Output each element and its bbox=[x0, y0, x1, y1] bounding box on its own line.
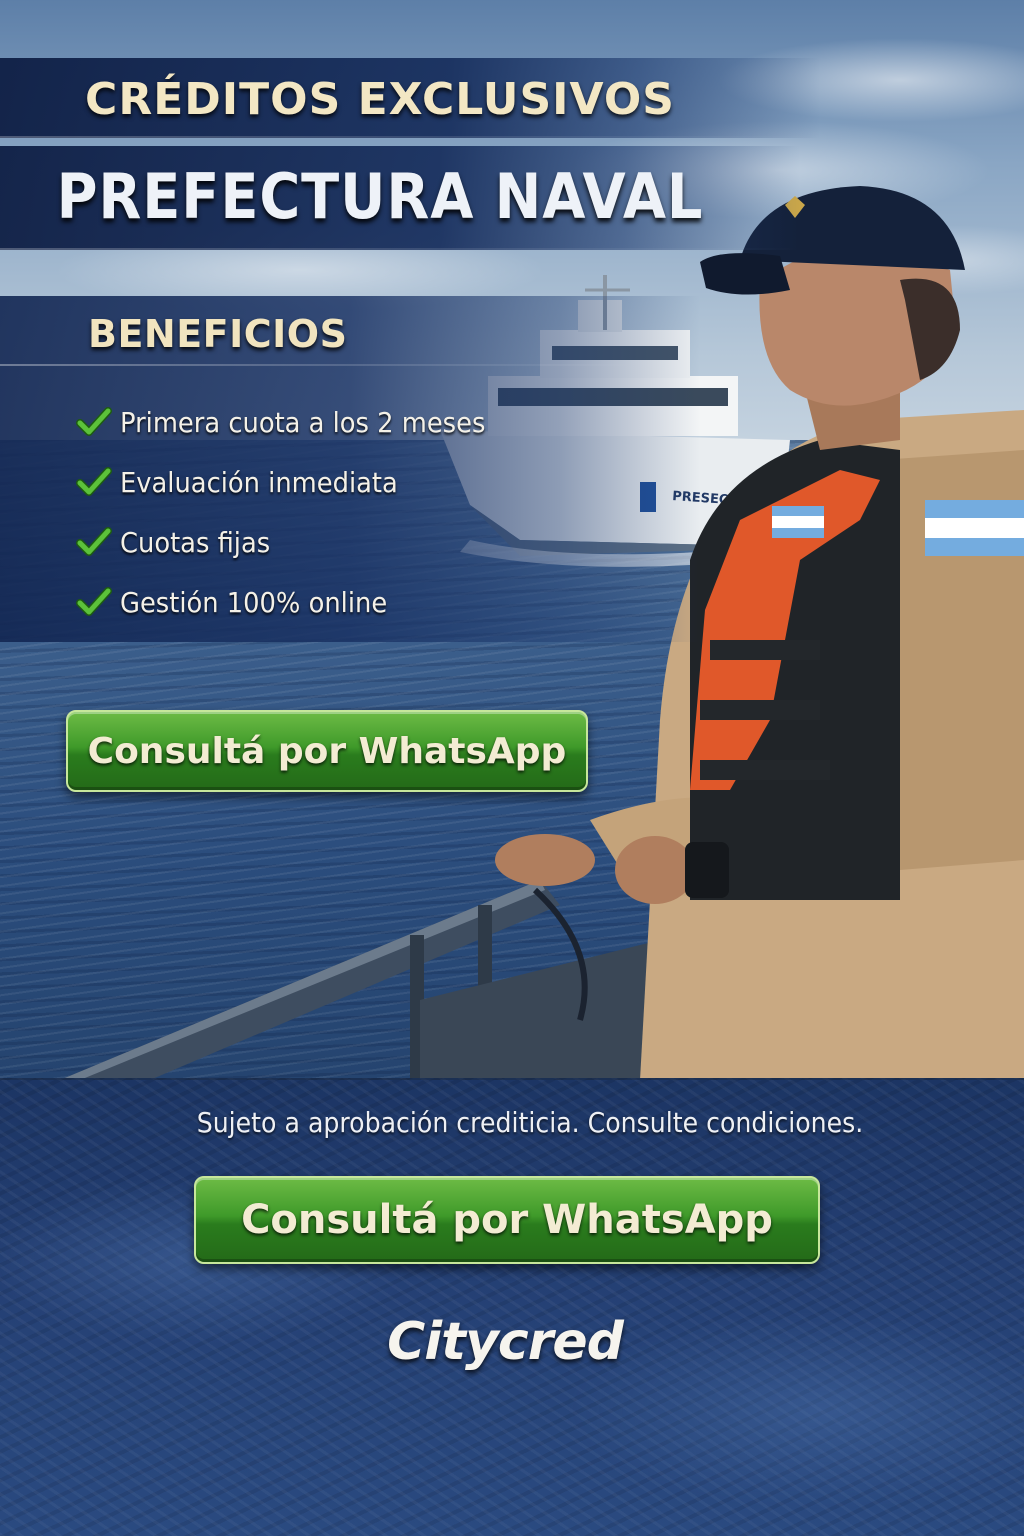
benefit-item: Gestión 100% online bbox=[76, 572, 517, 632]
footer-panel bbox=[0, 1078, 1024, 1536]
check-icon bbox=[76, 527, 112, 556]
benefit-label: Gestión 100% online bbox=[120, 585, 388, 619]
disclaimer-text: Sujeto a aprobación crediticia. Consulte… bbox=[196, 1106, 864, 1139]
benefit-item: Primera cuota a los 2 meses bbox=[76, 392, 517, 452]
benefits-list: Primera cuota a los 2 meses Evaluación i… bbox=[76, 392, 517, 632]
benefits-title: BENEFICIOS bbox=[88, 312, 348, 356]
check-icon bbox=[76, 587, 112, 616]
citycred-logo: Citycred bbox=[387, 1312, 624, 1372]
headline-creditos-exclusivos: CRÉDITOS EXCLUSIVOS bbox=[85, 74, 675, 125]
headline-prefectura-naval: PREFECTURA NAVAL bbox=[56, 160, 704, 233]
benefit-label: Primera cuota a los 2 meses bbox=[120, 405, 486, 439]
argentina-flag-patch-vest bbox=[772, 506, 824, 538]
check-icon bbox=[76, 467, 112, 496]
argentina-flag-patch-shoulder bbox=[925, 500, 1024, 556]
whatsapp-button-primary[interactable]: Consultá por WhatsApp bbox=[66, 710, 588, 792]
benefit-label: Cuotas fijas bbox=[120, 525, 271, 559]
whatsapp-button-secondary[interactable]: Consultá por WhatsApp bbox=[194, 1176, 820, 1264]
benefit-item: Evaluación inmediata bbox=[76, 452, 517, 512]
benefit-label: Evaluación inmediata bbox=[120, 465, 398, 499]
ship-railing bbox=[60, 880, 700, 1080]
benefit-item: Cuotas fijas bbox=[76, 512, 517, 572]
check-icon bbox=[76, 407, 112, 436]
benefits-divider bbox=[0, 364, 640, 366]
